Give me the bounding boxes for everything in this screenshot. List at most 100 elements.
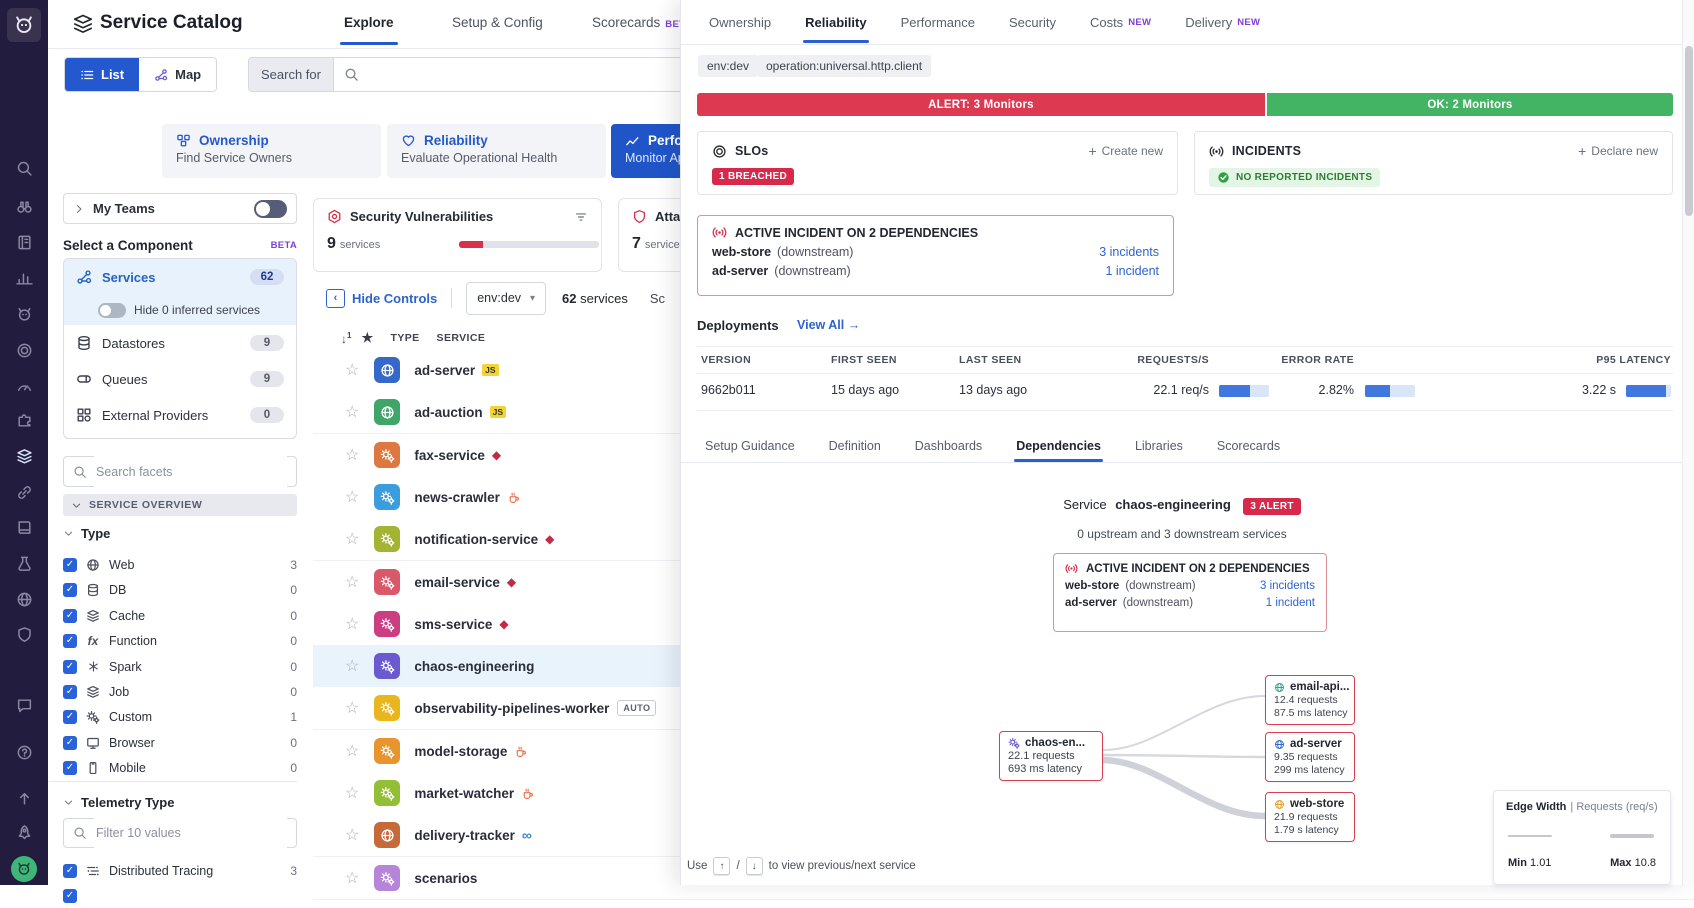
- tab-scorecards[interactable]: ScorecardsBETA: [592, 15, 692, 30]
- dashboards-icon[interactable]: [14, 232, 34, 252]
- facet-db[interactable]: ✓ DB0: [63, 577, 297, 602]
- detail-tab-delivery[interactable]: DeliveryNEW: [1185, 15, 1260, 30]
- usage-icon[interactable]: [14, 589, 34, 609]
- list-view-button[interactable]: List: [65, 58, 139, 91]
- monitors-icon[interactable]: [14, 304, 34, 324]
- facet-mobile[interactable]: ✓ Mobile0: [63, 755, 297, 779]
- incident-link[interactable]: 1 incident: [1266, 597, 1315, 609]
- scrollbar-thumb[interactable]: [1685, 46, 1693, 216]
- checkbox-checked[interactable]: ✓: [63, 558, 77, 572]
- facet-custom[interactable]: ✓ Custom1: [63, 704, 297, 729]
- checkbox-checked[interactable]: ✓: [63, 736, 77, 750]
- star-column-icon[interactable]: ★: [361, 330, 373, 346]
- detail-tab-ownership[interactable]: Ownership: [709, 15, 771, 30]
- checkbox-checked[interactable]: ✓: [63, 889, 77, 903]
- star-icon[interactable]: ☆: [345, 614, 359, 634]
- star-icon[interactable]: ☆: [345, 868, 359, 888]
- boost-icon[interactable]: [14, 788, 34, 808]
- env-tag[interactable]: env:dev: [698, 55, 758, 77]
- subtab-setup-guidance[interactable]: Setup Guidance: [705, 439, 795, 453]
- service-overview-section-header[interactable]: SERVICE OVERVIEW: [63, 494, 297, 516]
- detail-tab-costs[interactable]: CostsNEW: [1090, 15, 1151, 30]
- star-icon[interactable]: ☆: [345, 741, 359, 761]
- my-teams-toggle[interactable]: [254, 200, 287, 218]
- star-icon[interactable]: ☆: [345, 529, 359, 549]
- env-filter-dropdown[interactable]: env:dev▾: [466, 282, 546, 315]
- component-datastores[interactable]: Datastores 9: [64, 325, 296, 361]
- metrics-icon[interactable]: [14, 268, 34, 288]
- inferred-toggle[interactable]: [98, 303, 126, 318]
- sort-icon[interactable]: ↓1: [341, 331, 351, 346]
- chat-icon[interactable]: [14, 695, 34, 715]
- subtab-scorecards[interactable]: Scorecards: [1217, 439, 1280, 453]
- view-all-link[interactable]: View All →: [797, 318, 860, 332]
- synthetics-icon[interactable]: [14, 340, 34, 360]
- network-icon[interactable]: [14, 482, 34, 502]
- logs-icon[interactable]: [14, 517, 34, 537]
- slo-breached-badge[interactable]: 1 BREACHED: [712, 168, 794, 185]
- detail-tab-performance[interactable]: Performance: [901, 15, 975, 30]
- labs-icon[interactable]: [14, 553, 34, 573]
- inferred-services-toggle-row[interactable]: Hide 0 inferred services: [64, 295, 296, 325]
- watchdog-icon[interactable]: [14, 196, 34, 216]
- checkbox-checked[interactable]: ✓: [63, 685, 77, 699]
- service-catalog-icon[interactable]: [14, 446, 34, 466]
- facet-partial[interactable]: ✓: [63, 883, 297, 908]
- apm-icon[interactable]: [14, 376, 34, 396]
- facet-job[interactable]: ✓ Job0: [63, 679, 297, 704]
- help-icon[interactable]: [14, 742, 34, 762]
- checkbox-checked[interactable]: ✓: [63, 864, 77, 878]
- type-facet-header[interactable]: Type: [63, 526, 297, 541]
- telemetry-facet-header[interactable]: Telemetry Type: [63, 795, 297, 810]
- star-icon[interactable]: ☆: [345, 825, 359, 845]
- star-icon[interactable]: ☆: [345, 360, 359, 380]
- search-icon[interactable]: [14, 158, 34, 178]
- operation-tag[interactable]: operation:universal.http.client: [757, 55, 931, 77]
- alert-count-badge[interactable]: 3 ALERT: [1243, 498, 1300, 515]
- facet-distributed-tracing[interactable]: ✓ Distributed Tracing3: [63, 858, 297, 883]
- tab-reliability[interactable]: Reliability Evaluate Operational Health: [387, 124, 606, 178]
- checkbox-checked[interactable]: ✓: [63, 634, 77, 648]
- component-external-providers[interactable]: External Providers 0: [64, 397, 296, 433]
- hide-controls-button[interactable]: ‹ Hide Controls: [326, 289, 437, 308]
- deployment-row[interactable]: 9662b011 15 days ago 13 days ago 22.1 re…: [697, 372, 1673, 411]
- integrations-icon[interactable]: [14, 410, 34, 430]
- map-view-button[interactable]: Map: [139, 58, 216, 91]
- subtab-dashboards[interactable]: Dashboards: [915, 439, 982, 453]
- checkbox-checked[interactable]: ✓: [63, 583, 77, 597]
- facet-web[interactable]: ✓ Web3: [63, 552, 297, 577]
- my-teams-toggle-row[interactable]: My Teams: [63, 193, 297, 224]
- graph-node-ad-server[interactable]: ad-server 9.35 requests 299 ms latency: [1265, 732, 1355, 782]
- facet-browser[interactable]: ✓ Browser0: [63, 730, 297, 755]
- graph-node-email-api[interactable]: email-api... 12.4 requests 87.5 ms laten…: [1265, 675, 1355, 725]
- detail-tab-reliability[interactable]: Reliability: [805, 15, 866, 30]
- star-icon[interactable]: ☆: [345, 445, 359, 465]
- incidents-link[interactable]: 3 incidents: [1099, 245, 1159, 259]
- star-icon[interactable]: ☆: [345, 783, 359, 803]
- datadog-logo[interactable]: [7, 8, 41, 42]
- panel-scrollbar[interactable]: [1682, 0, 1694, 885]
- security-icon[interactable]: [14, 624, 34, 644]
- graph-node-chaos-engineering[interactable]: chaos-en... 22.1 requests 693 ms latency: [999, 731, 1103, 781]
- facet-function[interactable]: ✓ fx Function0: [63, 628, 297, 653]
- checkbox-checked[interactable]: ✓: [63, 660, 77, 674]
- create-new-slo-button[interactable]: +Create new: [1088, 143, 1163, 159]
- checkbox-checked[interactable]: ✓: [63, 761, 77, 775]
- facet-spark[interactable]: ✓ Spark0: [63, 654, 297, 679]
- tab-setup-config[interactable]: Setup & Config: [452, 15, 543, 30]
- subtab-dependencies[interactable]: Dependencies: [1016, 439, 1101, 453]
- security-vulnerabilities-widget[interactable]: Security Vulnerabilities 9services: [313, 198, 602, 272]
- subtab-definition[interactable]: Definition: [829, 439, 881, 453]
- incidents-link[interactable]: 3 incidents: [1260, 580, 1315, 592]
- telemetry-filter-input[interactable]: [94, 818, 287, 848]
- tab-explore[interactable]: Explore: [344, 15, 394, 30]
- star-icon[interactable]: ☆: [345, 402, 359, 422]
- component-queues[interactable]: Queues 9: [64, 361, 296, 397]
- facet-cache[interactable]: ✓ Cache0: [63, 603, 297, 628]
- ok-monitors-segment[interactable]: OK: 2 Monitors: [1267, 93, 1673, 116]
- checkbox-checked[interactable]: ✓: [63, 609, 77, 623]
- star-icon[interactable]: ☆: [345, 698, 359, 718]
- subtab-libraries[interactable]: Libraries: [1135, 439, 1183, 453]
- rocket-icon[interactable]: [14, 822, 34, 842]
- declare-new-incident-button[interactable]: +Declare new: [1578, 143, 1658, 159]
